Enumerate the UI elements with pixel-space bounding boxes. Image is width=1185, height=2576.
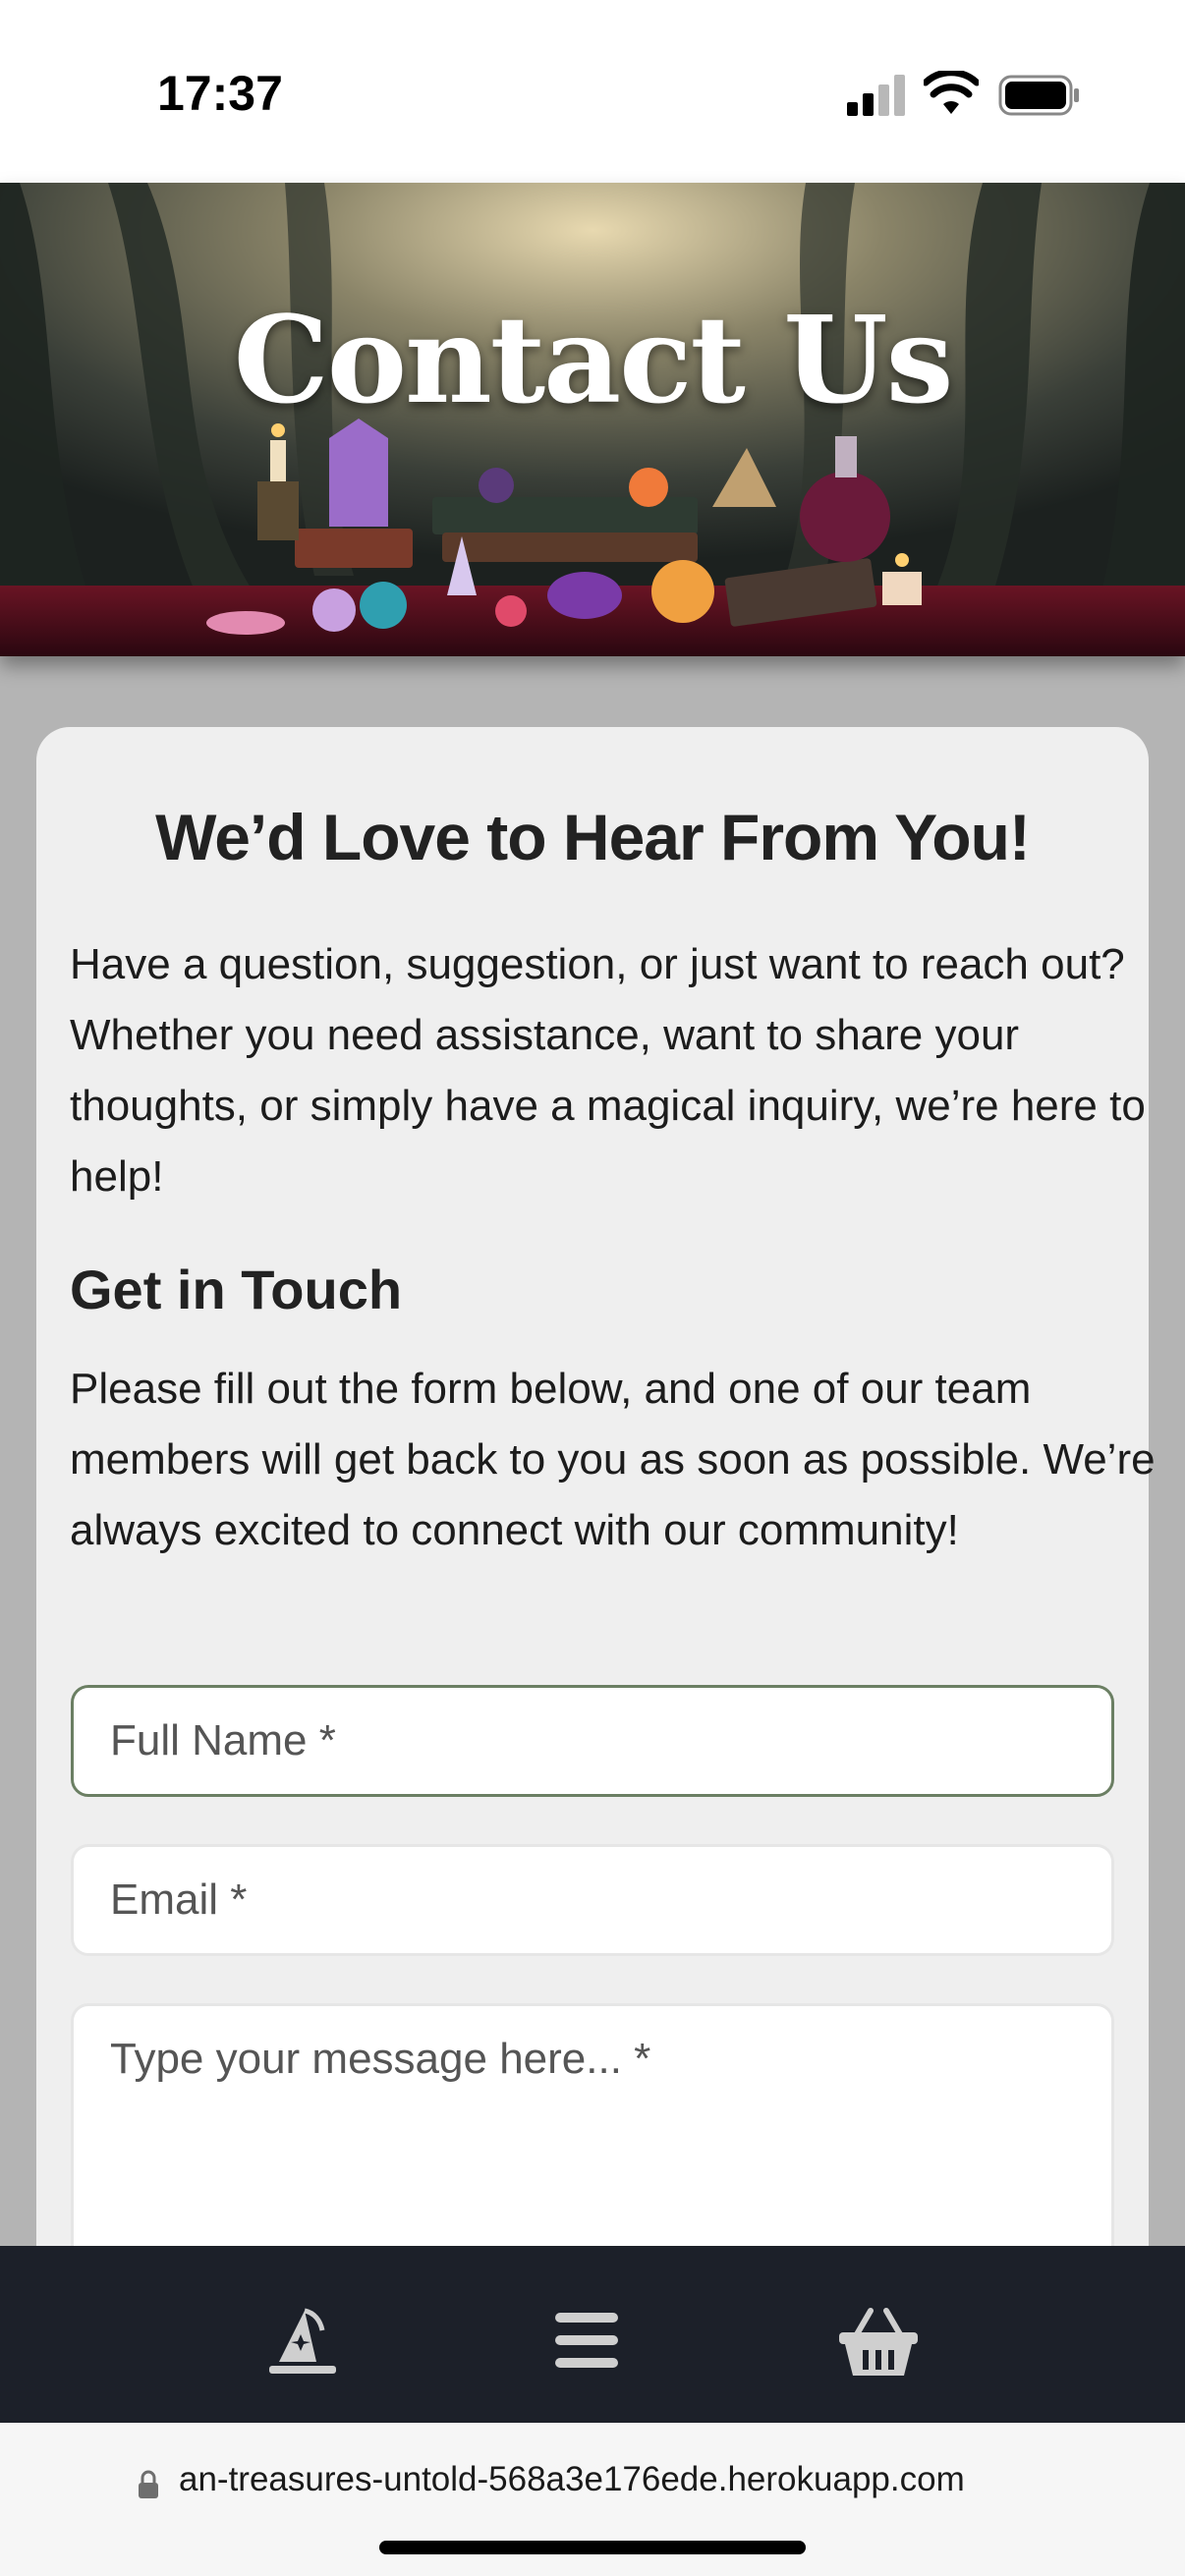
email-input[interactable]: Email * (71, 1844, 1114, 1956)
battery-icon (998, 75, 1079, 116)
hero-banner: Contact Us (0, 183, 1185, 656)
card-heading: We’d Love to Hear From You! (155, 801, 1031, 873)
basket-icon[interactable] (837, 2305, 920, 2380)
bottom-nav (0, 2246, 1185, 2423)
url-text[interactable]: an-treasures-untold-568a3e176ede.herokua… (179, 2460, 965, 2499)
wizard-hat-icon[interactable] (265, 2305, 340, 2380)
contact-card: We’d Love to Hear From You! Have a quest… (36, 727, 1156, 2456)
get-in-touch-text: Please fill out the form below, and one … (70, 1365, 1156, 1554)
status-bar: 17:37 (0, 0, 1185, 183)
lock-icon (139, 2470, 158, 2498)
page-title: Contact Us (233, 289, 954, 430)
home-indicator[interactable] (379, 2541, 806, 2554)
hamburger-menu-icon[interactable] (553, 2311, 620, 2370)
get-in-touch-heading: Get in Touch (70, 1259, 403, 1320)
full-name-input[interactable]: Full Name * (71, 1685, 1114, 1797)
browser-url-bar[interactable]: an-treasures-untold-568a3e176ede.herokua… (0, 2423, 1185, 2576)
intro-text: Have a question, suggestion, or just wan… (70, 940, 1146, 1201)
cellular-signal-icon (847, 75, 905, 116)
status-time: 17:37 (157, 66, 283, 121)
wifi-icon (924, 71, 979, 114)
